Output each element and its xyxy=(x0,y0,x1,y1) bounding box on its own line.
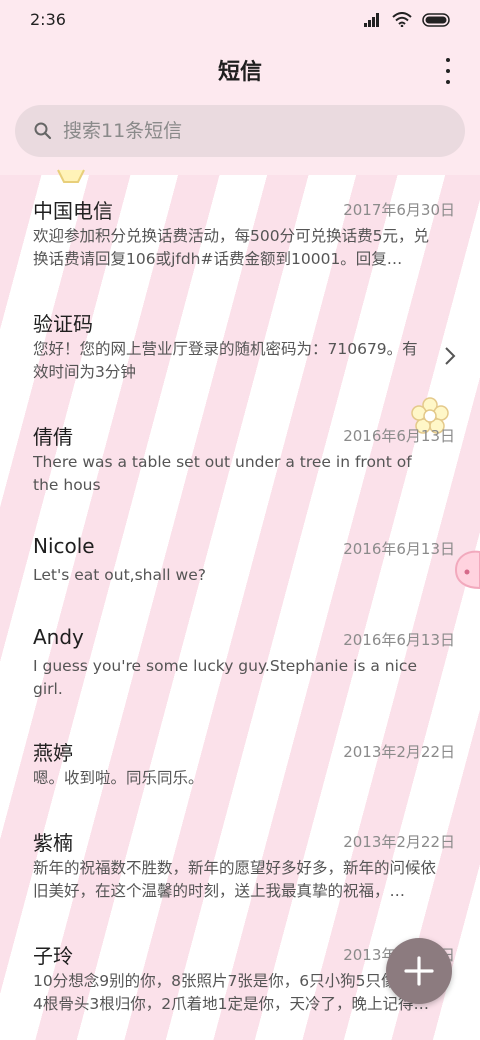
message-item[interactable]: Andy 2016年6月13日 I guess you're some luck… xyxy=(0,605,480,715)
message-preview: There was a table set out under a tree i… xyxy=(33,453,412,494)
sender-name: Andy xyxy=(33,625,84,649)
signal-icon xyxy=(364,12,379,27)
battery-icon xyxy=(422,12,450,27)
search-icon xyxy=(34,122,52,140)
message-date: 2016年6月13日 xyxy=(343,540,455,558)
message-preview: 10分想念9别的你，8张照片7张是你，6只小狗5只像你，4根骨头3根归你，2爪着… xyxy=(33,972,429,1013)
sender-name: Nicole xyxy=(33,534,95,558)
message-date: 2013年2月22日 xyxy=(343,743,455,761)
message-date: 2016年6月13日 xyxy=(343,427,455,445)
message-preview: 嗯。收到啦。同乐同乐。 xyxy=(33,769,204,787)
sender-name: 子玲 xyxy=(33,944,73,968)
message-item[interactable]: 中国电信 2017年6月30日 欢迎参加积分兑换话费活动，每500分可兑换话费5… xyxy=(0,175,480,285)
plus-icon xyxy=(404,956,434,986)
message-item[interactable]: 倩倩 2016年6月13日 There was a table set out … xyxy=(0,401,480,511)
message-preview: I guess you're some lucky guy.Stephanie … xyxy=(33,657,417,698)
more-options-button[interactable] xyxy=(440,58,456,84)
sender-name: 紫楠 xyxy=(33,831,73,855)
sender-name: 中国电信 xyxy=(33,199,113,223)
message-preview: 欢迎参加积分兑换话费活动，每500分可兑换话费5元，兑换话费请回复106或jfd… xyxy=(33,227,429,268)
sender-name: 燕婷 xyxy=(33,741,73,765)
message-item[interactable]: 验证码 您好！您的网上营业厅登录的随机密码为：710679。有效时间为3分钟 xyxy=(0,288,480,398)
message-date: 2016年6月13日 xyxy=(343,631,455,649)
sender-name: 验证码 xyxy=(33,312,93,336)
more-vertical-icon xyxy=(446,58,450,62)
chevron-right-icon xyxy=(445,347,456,365)
wifi-icon xyxy=(392,12,412,27)
message-date: 2017年6月30日 xyxy=(343,201,455,219)
message-item[interactable]: 紫楠 2013年2月22日 新年的祝福数不胜数，新年的愿望好多好多，新年的问候依… xyxy=(0,807,480,917)
title-bar: 短信 xyxy=(0,46,480,94)
sender-name: 倩倩 xyxy=(33,425,73,449)
status-icons xyxy=(364,12,452,27)
status-bar: 2:36 xyxy=(0,0,480,42)
new-message-button[interactable] xyxy=(386,938,452,1004)
message-preview: Let's eat out,shall we? xyxy=(33,566,206,584)
message-preview: 新年的祝福数不胜数，新年的愿望好多好多，新年的问候依旧美好，在这个温馨的时刻，送… xyxy=(33,859,437,900)
status-time: 2:36 xyxy=(30,10,66,29)
search-input[interactable] xyxy=(61,119,425,143)
message-date: 2013年2月22日 xyxy=(343,833,455,851)
search-bar[interactable] xyxy=(15,105,465,157)
page-title: 短信 xyxy=(217,60,262,85)
message-preview: 您好！您的网上营业厅登录的随机密码为：710679。有效时间为3分钟 xyxy=(33,340,418,381)
